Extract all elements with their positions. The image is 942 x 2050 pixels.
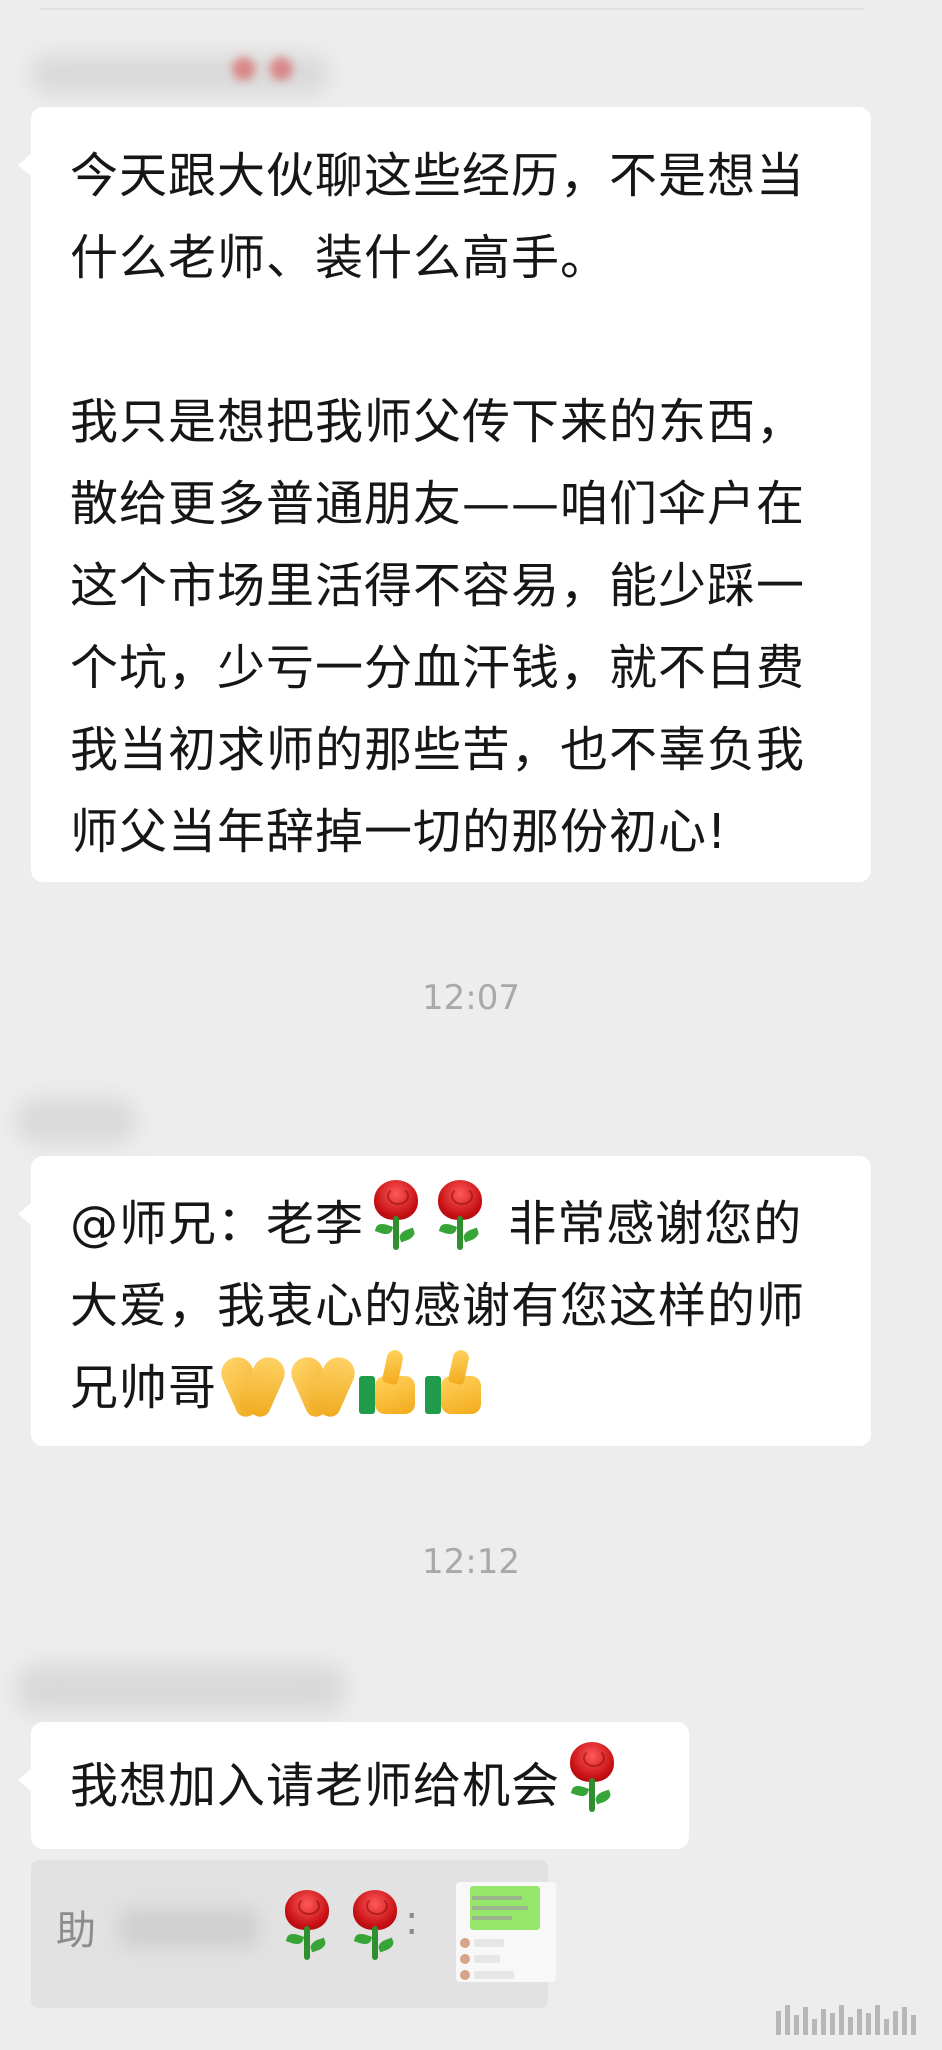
message-paragraph: 我只是想把我师父传下来的东西，散给更多普通朋友——咱们伞户在这个市场里活得不容易… xyxy=(70,394,806,860)
watermark-logo xyxy=(776,2005,926,2035)
quote-roses xyxy=(273,1890,409,1960)
thumbnail-line xyxy=(472,1916,512,1920)
timestamp: 12:07 xyxy=(422,978,520,1018)
timestamp: 12:12 xyxy=(422,1542,520,1582)
rose-icon xyxy=(432,1180,488,1250)
message-bubble-1[interactable]: 今天跟大伙聊这些经历，不是想当什么老师、装什么高手。 我只是想把我师父传下来的东… xyxy=(18,107,871,882)
thumbnail-avatar xyxy=(460,1938,470,1948)
message-body: 我想加入请老师给机会 xyxy=(70,1758,561,1814)
quote-sender-prefix: 助 xyxy=(56,1908,96,1954)
thumbnail-avatar xyxy=(460,1954,470,1964)
rose-icon xyxy=(347,1890,403,1960)
message-bubble-3[interactable]: 我想加入请老师给机会 xyxy=(18,1722,689,1849)
message-text: @师兄：老李 非常感谢您的大爱，我衷心的感谢有您这样的师兄帅哥 xyxy=(70,1180,839,1429)
message-bubble-2[interactable]: @师兄：老李 非常感谢您的大爱，我衷心的感谢有您这样的师兄帅哥 xyxy=(18,1156,871,1446)
avatar-blurred xyxy=(16,1098,136,1144)
praying-hands-icon xyxy=(216,1350,290,1420)
sender-name-blurred xyxy=(16,1664,346,1714)
thumbnail-line xyxy=(472,1906,528,1910)
thumbnail-line xyxy=(474,1939,504,1947)
mention-text: @师兄：老李 xyxy=(70,1196,365,1252)
top-divider xyxy=(40,8,865,10)
rose-icon xyxy=(368,1180,424,1250)
thumbnail-line xyxy=(474,1955,500,1963)
message-text: 今天跟大伙聊这些经历，不是想当什么老师、装什么高手。 我只是想把我师父传下来的东… xyxy=(70,135,839,873)
thumbs-up-icon xyxy=(357,1348,423,1418)
quote-sender-blurred xyxy=(119,1908,259,1948)
rose-icon xyxy=(564,1742,620,1812)
quoted-image-thumbnail[interactable] xyxy=(456,1882,556,1982)
praying-hands-icon xyxy=(286,1350,360,1420)
thumbnail-line xyxy=(472,1896,522,1900)
thumbnail-line xyxy=(474,1971,514,1979)
thumbs-up-icon xyxy=(423,1348,489,1418)
thumbnail-avatar xyxy=(460,1970,470,1980)
message-paragraph: 今天跟大伙聊这些经历，不是想当什么老师、装什么高手。 xyxy=(70,148,806,286)
sender-rose-icons: ✿✿ xyxy=(232,52,307,85)
message-text: 我想加入请老师给机会 xyxy=(70,1742,665,1827)
quote-separator: : xyxy=(405,1898,419,1944)
rose-icon xyxy=(279,1890,335,1960)
quoted-message[interactable]: 助 : xyxy=(31,1860,556,2008)
